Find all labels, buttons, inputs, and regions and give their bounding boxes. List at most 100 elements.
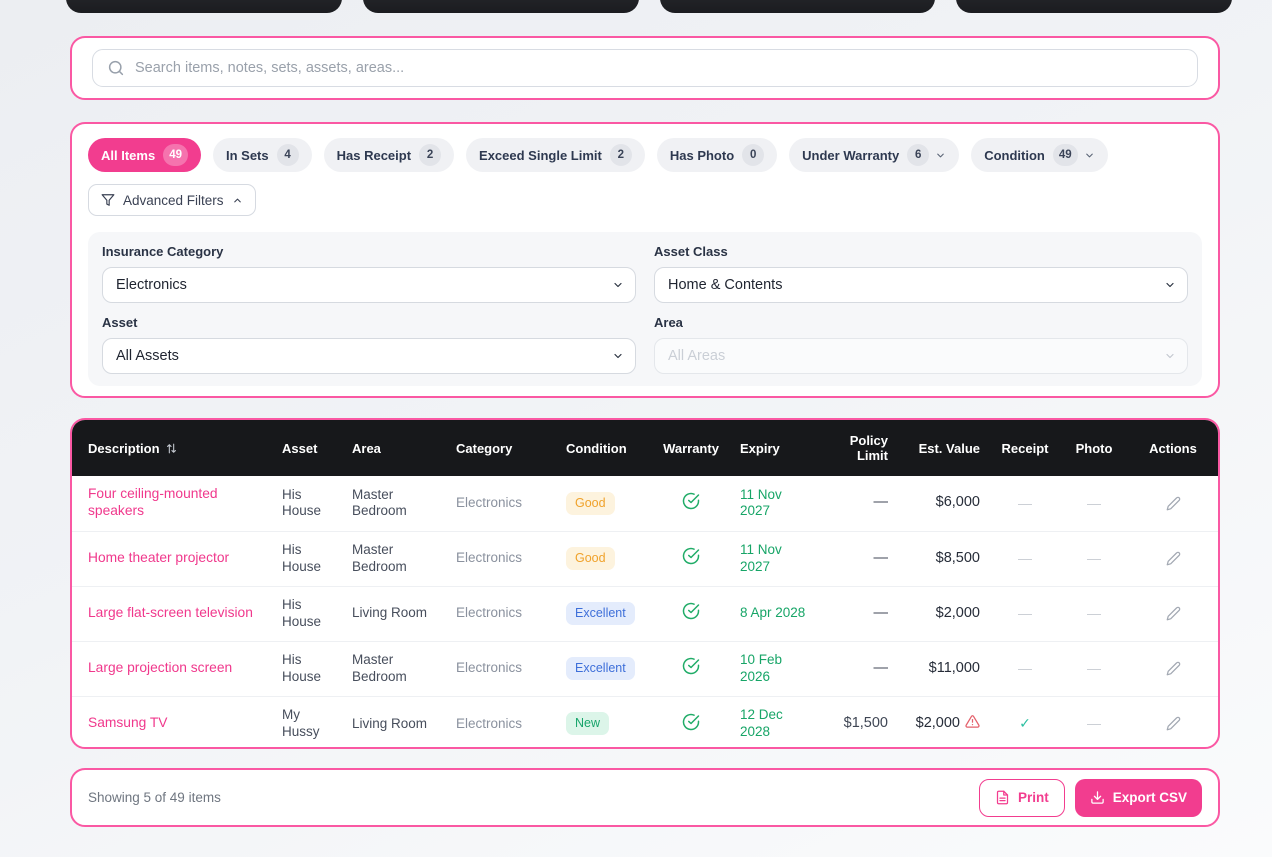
column-header-est-value: Est. Value <box>898 420 990 476</box>
footer-actions: Print Export CSV <box>979 779 1202 817</box>
insurance-category-select[interactable]: Electronics <box>102 267 636 303</box>
filter-chip-all-items[interactable]: All Items 49 <box>88 138 201 172</box>
pencil-icon <box>1166 606 1181 621</box>
chip-count-badge: 2 <box>610 144 632 166</box>
chip-label: Condition <box>984 148 1045 163</box>
item-photo: — <box>1060 641 1128 696</box>
condition-badge: Good <box>566 492 615 515</box>
item-photo: — <box>1060 586 1128 641</box>
print-label: Print <box>1018 790 1049 805</box>
item-description-link[interactable]: Four ceiling-mounted speakers <box>88 486 218 518</box>
condition-badge: New <box>566 712 609 735</box>
edit-item-button[interactable] <box>1162 547 1185 570</box>
item-est-value: $8,500 <box>898 531 990 586</box>
item-est-value: $2,000 <box>898 586 990 641</box>
search-input[interactable] <box>135 60 1183 76</box>
funnel-icon <box>101 193 115 207</box>
search-box[interactable] <box>92 49 1198 87</box>
export-csv-button[interactable]: Export CSV <box>1075 779 1202 817</box>
item-receipt: — <box>990 476 1060 531</box>
item-expiry: 12 Dec 2028 <box>734 696 814 749</box>
item-est-value: $6,000 <box>898 476 990 531</box>
item-policy-limit: — <box>814 476 898 531</box>
item-area: Living Room <box>346 586 450 641</box>
chip-count-badge: 4 <box>277 144 299 166</box>
warranty-check-icon <box>682 492 700 510</box>
stat-cards-row <box>66 0 1232 13</box>
advanced-filters-button[interactable]: Advanced Filters <box>88 184 256 216</box>
item-area: Master Bedroom <box>346 641 450 696</box>
item-photo: — <box>1060 476 1128 531</box>
column-label: Description <box>88 441 160 456</box>
chip-count-badge: 49 <box>163 144 188 166</box>
warning-icon <box>965 714 980 729</box>
item-area: Master Bedroom <box>346 531 450 586</box>
export-csv-label: Export CSV <box>1113 790 1187 805</box>
table-row: Large flat-screen television His House L… <box>72 586 1218 641</box>
filter-chip-has-receipt[interactable]: Has Receipt 2 <box>324 138 454 172</box>
item-description-link[interactable]: Home theater projector <box>88 550 229 565</box>
filter-chip-in-sets[interactable]: In Sets 4 <box>213 138 312 172</box>
item-receipt: — <box>990 586 1060 641</box>
chevron-down-icon <box>1084 150 1095 161</box>
asset-select-input[interactable]: All Assets <box>103 339 635 373</box>
table-row: Home theater projector His House Master … <box>72 531 1218 586</box>
item-photo: — <box>1060 531 1128 586</box>
item-description-link[interactable]: Large flat-screen television <box>88 605 253 620</box>
field-label: Asset Class <box>654 244 1188 259</box>
filters-card: All Items 49 In Sets 4 Has Receipt 2 Exc… <box>70 122 1220 398</box>
condition-badge: Excellent <box>566 657 635 680</box>
item-receipt: — <box>990 641 1060 696</box>
item-category: Electronics <box>450 531 560 586</box>
filter-chip-has-photo[interactable]: Has Photo 0 <box>657 138 777 172</box>
column-header-condition: Condition <box>560 420 648 476</box>
edit-item-button[interactable] <box>1162 492 1185 515</box>
advanced-filters-panel: Insurance Category Electronics Asset Cla… <box>88 232 1202 386</box>
pencil-icon <box>1166 496 1181 511</box>
item-expiry: 10 Feb 2026 <box>734 641 814 696</box>
filter-chip-condition[interactable]: Condition 49 <box>971 138 1107 172</box>
filter-chip-under-warranty[interactable]: Under Warranty 6 <box>789 138 959 172</box>
asset-class-select[interactable]: Home & Contents <box>654 267 1188 303</box>
filter-chip-exceed-single-limit[interactable]: Exceed Single Limit 2 <box>466 138 645 172</box>
edit-item-button[interactable] <box>1162 602 1185 625</box>
item-asset: His House <box>276 641 346 696</box>
column-header-actions: Actions <box>1128 420 1218 476</box>
item-expiry: 11 Nov 2027 <box>734 531 814 586</box>
chip-label: Under Warranty <box>802 148 899 163</box>
field-insurance-category: Insurance Category Electronics <box>102 244 636 303</box>
chip-label: All Items <box>101 148 155 163</box>
stat-card-truncated <box>956 0 1232 13</box>
stat-card-truncated <box>660 0 936 13</box>
chip-label: Has Receipt <box>337 148 411 163</box>
column-header-description[interactable]: Description <box>72 420 276 476</box>
item-description-link[interactable]: Samsung TV <box>88 715 168 730</box>
asset-select[interactable]: All Assets <box>102 338 636 374</box>
item-receipt: — <box>990 531 1060 586</box>
search-icon <box>107 59 125 77</box>
advanced-filters-label: Advanced Filters <box>123 193 224 208</box>
edit-item-button[interactable] <box>1162 657 1185 680</box>
field-area: Area All Areas <box>654 315 1188 374</box>
item-asset: His House <box>276 476 346 531</box>
item-policy-limit: — <box>814 586 898 641</box>
print-button[interactable]: Print <box>979 779 1065 817</box>
column-header-receipt: Receipt <box>990 420 1060 476</box>
edit-item-button[interactable] <box>1162 712 1185 735</box>
item-est-value: $11,000 <box>898 641 990 696</box>
item-description-link[interactable]: Large projection screen <box>88 660 232 675</box>
chip-count-badge: 49 <box>1053 144 1078 166</box>
item-area: Master Bedroom <box>346 476 450 531</box>
column-header-asset: Asset <box>276 420 346 476</box>
insurance-category-select-input[interactable]: Electronics <box>103 268 635 302</box>
field-asset: Asset All Assets <box>102 315 636 374</box>
table-row: Four ceiling-mounted speakers His House … <box>72 476 1218 531</box>
item-policy-limit: — <box>814 641 898 696</box>
asset-class-select-input[interactable]: Home & Contents <box>655 268 1187 302</box>
chip-label: Has Photo <box>670 148 734 163</box>
item-asset: His House <box>276 586 346 641</box>
item-area: Living Room <box>346 696 450 749</box>
warranty-check-icon <box>682 657 700 675</box>
stat-card-truncated <box>66 0 342 13</box>
item-est-value: $2,000 <box>916 715 960 731</box>
